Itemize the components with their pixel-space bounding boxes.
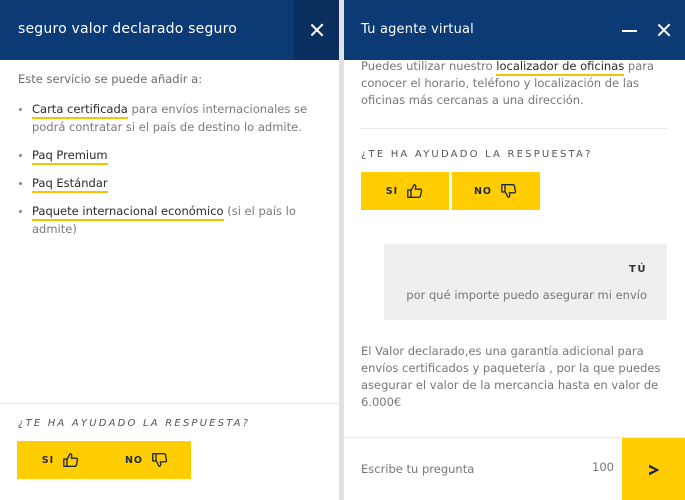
info-panel-title: seguro valor declarado seguro — [18, 21, 238, 37]
feedback-no-button[interactable]: NO — [103, 441, 191, 479]
feedback-question: ¿TE HA AYUDADO LA RESPUESTA? — [18, 418, 251, 429]
thumbs-down-icon — [152, 453, 168, 467]
thumbs-up-icon — [407, 184, 423, 198]
divider-line — [0, 403, 339, 404]
service-intro: Este servicio se puede añadir a: — [18, 72, 203, 86]
previous-bot-message: Puedes utilizar nuestro localizador de o… — [361, 58, 671, 109]
service-link-paq-premium[interactable]: Paq Premium — [32, 148, 108, 165]
feedback-question: ¿TE HA AYUDADO LA RESPUESTA? — [361, 149, 593, 160]
no-label: NO — [124, 454, 144, 466]
service-list: Carta certificada para envíos internacio… — [18, 100, 318, 248]
info-panel-header: seguro valor declarado seguro — [0, 0, 339, 60]
service-item: Paq Premium — [18, 146, 318, 165]
send-arrow-icon — [648, 464, 659, 475]
service-link-paq-estandar[interactable]: Paq Estándar — [32, 176, 108, 193]
chat-input-bar: 100 — [344, 437, 685, 500]
message-text: Puedes utilizar nuestro — [361, 59, 497, 73]
chat-title: Tu agente virtual — [361, 22, 474, 37]
send-button[interactable] — [622, 438, 685, 500]
divider-line — [361, 128, 668, 129]
yes-label: SI — [41, 454, 55, 466]
info-panel: seguro valor declarado seguro Este servi… — [0, 0, 339, 500]
close-icon[interactable] — [657, 23, 671, 37]
bot-answer-message: El Valor declarado,es una garantía adici… — [361, 344, 661, 409]
yes-label: SI — [385, 185, 399, 197]
service-link-carta-certificada[interactable]: Carta certificada — [32, 102, 128, 119]
office-locator-link[interactable]: localizador de oficinas — [496, 59, 625, 76]
no-label: NO — [473, 185, 493, 197]
info-close-button[interactable] — [294, 0, 339, 60]
minimize-icon[interactable] — [622, 30, 637, 33]
feedback-no-button[interactable]: NO — [452, 172, 540, 210]
close-icon — [310, 23, 324, 37]
feedback-yes-button[interactable]: SI — [361, 172, 449, 210]
thumbs-up-icon — [63, 453, 79, 467]
service-link-paquete-internacional[interactable]: Paquete internacional económico — [32, 204, 224, 221]
service-item: Paq Estándar — [18, 174, 318, 193]
feedback-yes-button[interactable]: SI — [17, 441, 105, 479]
thumbs-down-icon — [501, 184, 517, 198]
char-counter: 100 — [592, 460, 614, 474]
user-message-bubble: TÚ por qué importe puedo asegurar mi env… — [384, 244, 667, 320]
question-input[interactable] — [361, 458, 571, 480]
chat-panel: Puedes utilizar nuestro localizador de o… — [344, 0, 685, 500]
service-item: Carta certificada para envíos internacio… — [18, 100, 318, 136]
user-name: TÚ — [629, 264, 647, 275]
service-item: Paquete internacional económico (si el p… — [18, 202, 318, 238]
user-message-text: por qué importe puedo asegurar mi envío — [406, 288, 647, 302]
chat-header: Tu agente virtual — [344, 0, 685, 60]
